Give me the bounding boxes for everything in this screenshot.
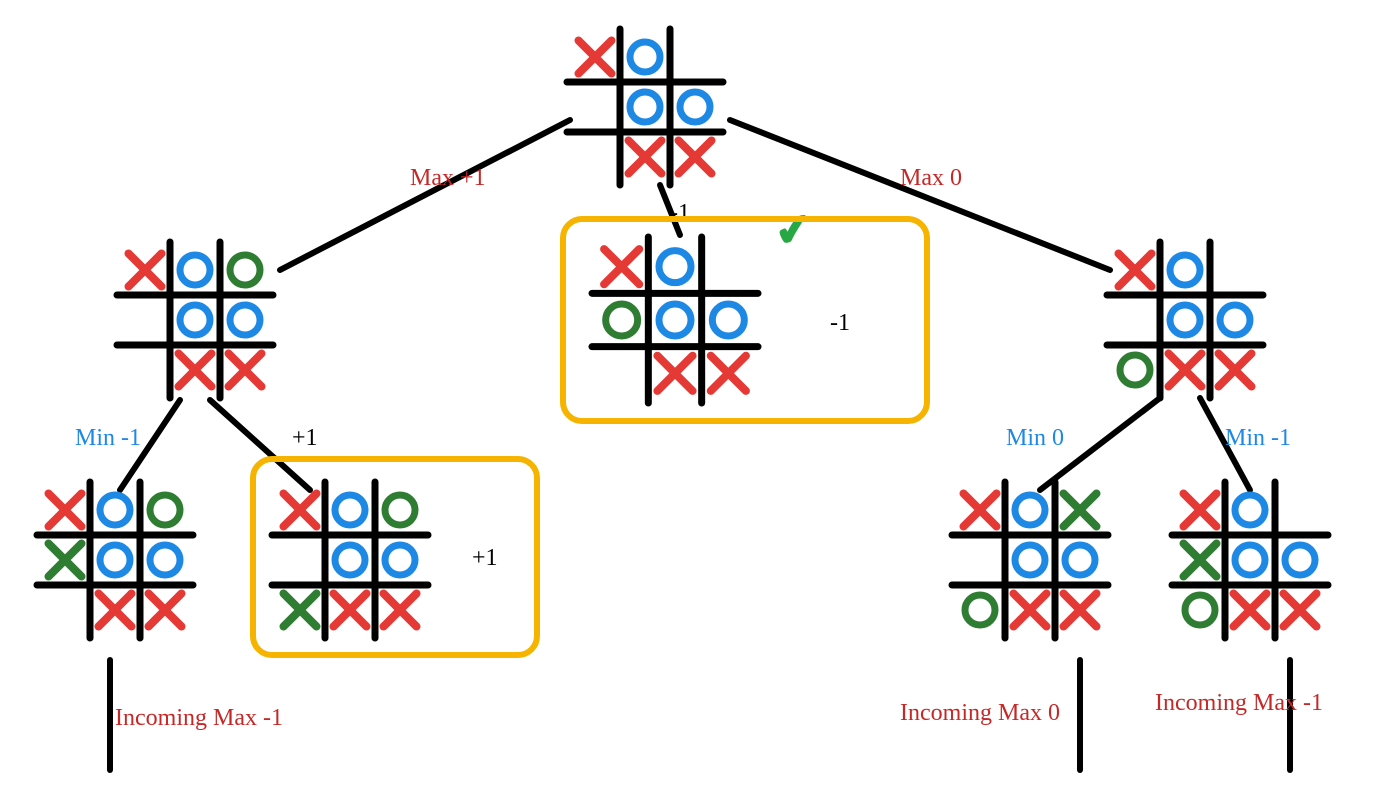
mark-o (1185, 595, 1215, 625)
highlight-box (250, 456, 540, 658)
mark-o (230, 255, 260, 285)
label-min-l1: Min -1 (75, 425, 141, 452)
mark-o (630, 42, 660, 72)
label-inc-r1: Incoming Max 0 (900, 700, 1060, 727)
mark-o (1285, 545, 1315, 575)
label-min-r2: Min -1 (1225, 425, 1291, 452)
mark-o (1120, 355, 1150, 385)
mark-o (1170, 305, 1200, 335)
mark-o (1235, 495, 1265, 525)
mark-o (100, 545, 130, 575)
mark-o (965, 595, 995, 625)
mark-o (180, 255, 210, 285)
label-inc-l: Incoming Max -1 (115, 705, 283, 732)
board-l2a (37, 482, 193, 638)
mark-o (230, 305, 260, 335)
mark-o (1015, 545, 1045, 575)
mark-o (1015, 495, 1045, 525)
tree-edge (280, 120, 570, 270)
mark-o (150, 495, 180, 525)
mark-o (1065, 545, 1095, 575)
board-r2b (1172, 482, 1328, 638)
label-max-left: Max +1 (410, 165, 486, 192)
mark-o (680, 92, 710, 122)
board-r1 (1107, 242, 1263, 398)
mark-o (630, 92, 660, 122)
board-root (567, 29, 723, 185)
mark-o (150, 545, 180, 575)
label-min-r1: Min 0 (1006, 425, 1064, 452)
mark-o (1235, 545, 1265, 575)
label-plus1-edge: +1 (292, 425, 318, 452)
mark-o (180, 305, 210, 335)
board-l1 (117, 242, 273, 398)
label-max-right: Max 0 (900, 165, 962, 192)
mark-o (1220, 305, 1250, 335)
mark-o (1170, 255, 1200, 285)
board-r2a (952, 482, 1108, 638)
highlight-box (560, 216, 930, 424)
mark-o (100, 495, 130, 525)
label-inc-r2: Incoming Max -1 (1155, 690, 1323, 717)
